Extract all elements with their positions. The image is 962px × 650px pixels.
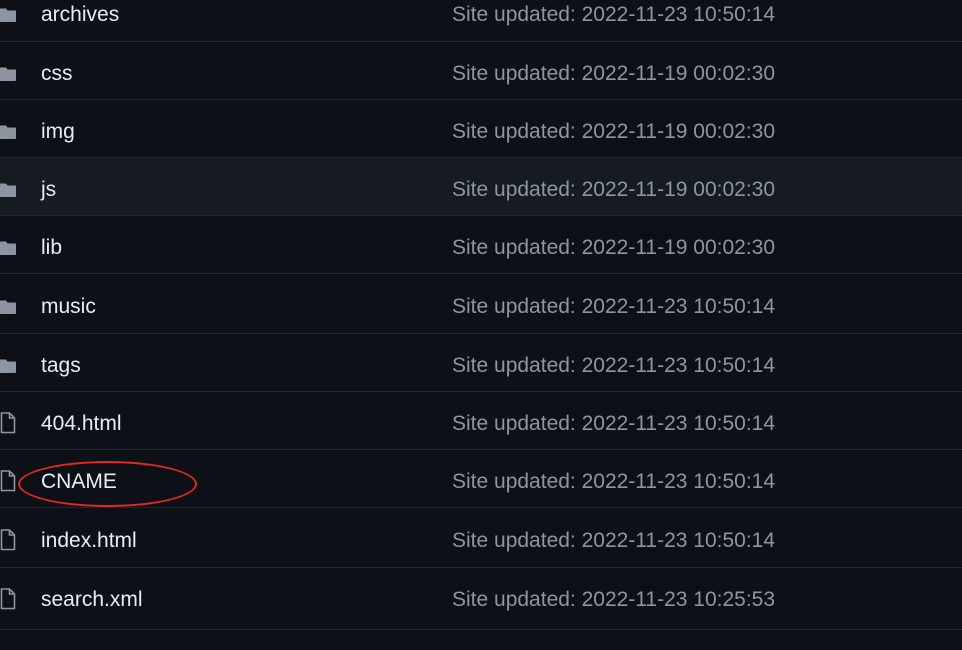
commit-message[interactable]: Site updated: 2022-11-23 10:50:14 bbox=[452, 470, 775, 494]
commit-message[interactable]: Site updated: 2022-11-23 10:50:14 bbox=[452, 354, 775, 378]
folder-icon bbox=[0, 124, 16, 140]
file-name[interactable]: 404.html bbox=[41, 412, 122, 436]
commit-message[interactable]: Site updated: 2022-11-23 10:50:14 bbox=[452, 3, 775, 27]
file-name[interactable]: tags bbox=[41, 354, 81, 378]
file-name[interactable]: img bbox=[41, 120, 75, 144]
commit-message[interactable]: Site updated: 2022-11-23 10:50:14 bbox=[452, 295, 775, 319]
file-row-index-html[interactable]: index.html Site updated: 2022-11-23 10:5… bbox=[0, 508, 962, 568]
commit-message[interactable]: Site updated: 2022-11-19 00:02:30 bbox=[452, 236, 775, 260]
commit-message[interactable]: Site updated: 2022-11-23 10:50:14 bbox=[452, 412, 775, 436]
file-icon bbox=[0, 529, 16, 551]
file-icon bbox=[0, 470, 16, 492]
file-row-music[interactable]: music Site updated: 2022-11-23 10:50:14 bbox=[0, 274, 962, 334]
commit-message[interactable]: Site updated: 2022-11-19 00:02:30 bbox=[452, 120, 775, 144]
file-row-tags[interactable]: tags Site updated: 2022-11-23 10:50:14 bbox=[0, 334, 962, 392]
file-icon bbox=[0, 412, 16, 434]
file-row-archives[interactable]: archives Site updated: 2022-11-23 10:50:… bbox=[0, 0, 962, 42]
commit-message[interactable]: Site updated: 2022-11-23 10:25:53 bbox=[452, 588, 775, 612]
folder-icon bbox=[0, 240, 16, 256]
commit-message[interactable]: Site updated: 2022-11-19 00:02:30 bbox=[452, 62, 775, 86]
commit-message[interactable]: Site updated: 2022-11-23 10:50:14 bbox=[452, 529, 775, 553]
file-name[interactable]: index.html bbox=[41, 529, 137, 553]
file-row-cname[interactable]: CNAME Site updated: 2022-11-23 10:50:14 bbox=[0, 450, 962, 508]
file-list: archives Site updated: 2022-11-23 10:50:… bbox=[0, 0, 962, 630]
file-row-search-xml[interactable]: search.xml Site updated: 2022-11-23 10:2… bbox=[0, 568, 962, 630]
file-row-js[interactable]: js Site updated: 2022-11-19 00:02:30 bbox=[0, 158, 962, 216]
file-name[interactable]: music bbox=[41, 295, 96, 319]
file-name[interactable]: search.xml bbox=[41, 588, 143, 612]
folder-icon bbox=[0, 7, 16, 23]
file-name[interactable]: CNAME bbox=[41, 470, 117, 494]
folder-icon bbox=[0, 358, 16, 374]
file-name[interactable]: archives bbox=[41, 3, 119, 27]
file-name[interactable]: css bbox=[41, 62, 73, 86]
file-name[interactable]: js bbox=[41, 178, 56, 202]
file-row-img[interactable]: img Site updated: 2022-11-19 00:02:30 bbox=[0, 100, 962, 158]
file-name[interactable]: lib bbox=[41, 236, 62, 260]
folder-icon bbox=[0, 182, 16, 198]
file-row-css[interactable]: css Site updated: 2022-11-19 00:02:30 bbox=[0, 42, 962, 100]
folder-icon bbox=[0, 299, 16, 315]
folder-icon bbox=[0, 66, 16, 82]
file-row-lib[interactable]: lib Site updated: 2022-11-19 00:02:30 bbox=[0, 216, 962, 274]
file-row-404-html[interactable]: 404.html Site updated: 2022-11-23 10:50:… bbox=[0, 392, 962, 450]
commit-message[interactable]: Site updated: 2022-11-19 00:02:30 bbox=[452, 178, 775, 202]
file-icon bbox=[0, 588, 16, 610]
